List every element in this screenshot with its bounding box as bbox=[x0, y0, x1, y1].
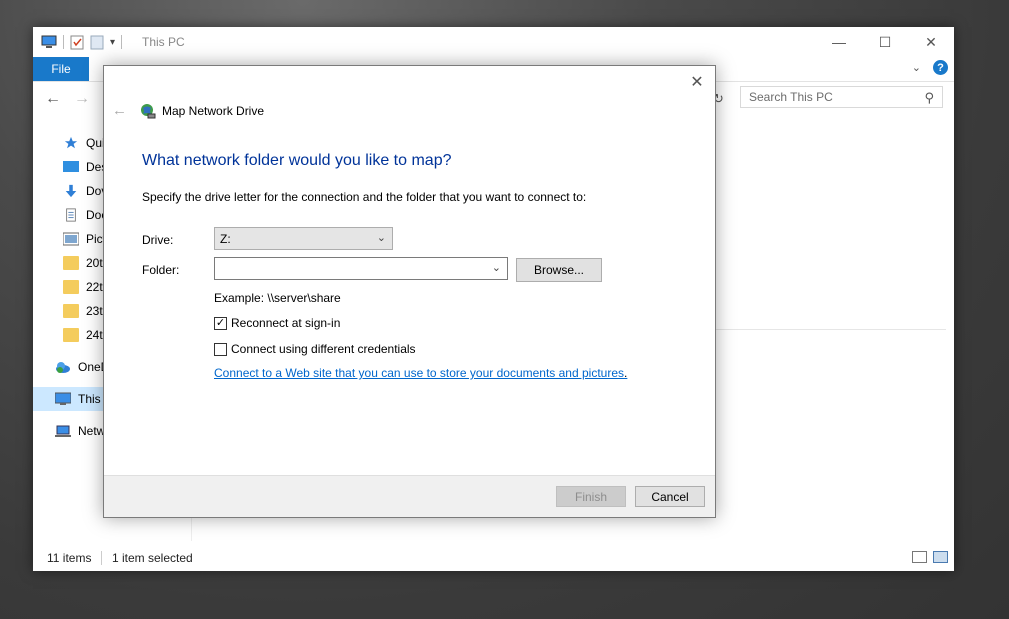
minimize-button[interactable]: — bbox=[816, 27, 862, 57]
status-bar: 11 items 1 item selected bbox=[33, 545, 954, 571]
folder-label: Folder: bbox=[142, 263, 180, 277]
cancel-button[interactable]: Cancel bbox=[635, 486, 705, 507]
drive-value: Z: bbox=[220, 231, 231, 246]
example-text: Example: \\server\share bbox=[214, 291, 341, 305]
window-title: This PC bbox=[142, 35, 185, 49]
finish-button[interactable]: Finish bbox=[556, 486, 626, 507]
folder-icon bbox=[63, 256, 79, 270]
maximize-button[interactable]: ☐ bbox=[862, 27, 908, 57]
web-site-link[interactable]: Connect to a Web site that you can use t… bbox=[214, 366, 627, 380]
instruction-text: Specify the drive letter for the connect… bbox=[142, 190, 587, 204]
dialog-footer: Finish Cancel bbox=[104, 475, 715, 517]
separator bbox=[63, 35, 64, 49]
web-site-link-text[interactable]: Connect to a Web site that you can use t… bbox=[214, 366, 624, 380]
chevron-down-icon[interactable]: ⌄ bbox=[492, 261, 501, 274]
help-icon[interactable]: ? bbox=[933, 60, 948, 75]
customize-qat-icon[interactable]: ▾ bbox=[110, 37, 115, 48]
reconnect-checkbox[interactable]: ✓ bbox=[214, 316, 227, 330]
forward-arrow-icon[interactable]: → bbox=[74, 90, 90, 108]
ribbon-controls: ⌄ ? bbox=[912, 60, 948, 75]
pictures-icon bbox=[63, 232, 79, 246]
title-bar: ▾ This PC — ☐ ✕ bbox=[33, 27, 954, 57]
separator bbox=[101, 551, 102, 565]
selection-count: 1 item selected bbox=[112, 551, 193, 565]
drive-label: Drive: bbox=[142, 233, 174, 247]
browse-button[interactable]: Browse... bbox=[516, 258, 602, 282]
view-switcher bbox=[912, 551, 948, 563]
large-icons-view-icon[interactable] bbox=[933, 551, 948, 563]
map-network-drive-dialog: ✕ ← Map Network Drive What network folde… bbox=[103, 65, 716, 518]
back-arrow-icon[interactable]: ← bbox=[45, 90, 61, 108]
download-arrow-icon bbox=[65, 184, 77, 198]
reconnect-option[interactable]: ✓ Reconnect at sign-in bbox=[214, 316, 340, 330]
chevron-down-icon: ⌄ bbox=[376, 232, 386, 244]
search-icon: ⚲ bbox=[924, 90, 934, 105]
drive-select[interactable]: Z: ⌄ bbox=[214, 227, 393, 250]
search-box[interactable]: Search This PC ⚲ bbox=[740, 86, 943, 108]
folder-icon bbox=[63, 280, 79, 294]
desktop-icon bbox=[63, 161, 79, 172]
folder-icon bbox=[63, 304, 79, 318]
folder-combobox[interactable]: ⌄ bbox=[214, 257, 508, 280]
network-icon bbox=[55, 425, 71, 437]
credentials-option[interactable]: Connect using different credentials bbox=[214, 342, 416, 356]
details-view-icon[interactable] bbox=[912, 551, 927, 563]
network-drive-icon bbox=[141, 104, 156, 119]
credentials-label: Connect using different credentials bbox=[231, 342, 416, 356]
sidebar-item-label: Netw bbox=[78, 424, 106, 438]
expand-ribbon-icon[interactable]: ⌄ bbox=[912, 61, 921, 74]
close-icon[interactable]: ✕ bbox=[687, 72, 707, 92]
reconnect-label: Reconnect at sign-in bbox=[231, 316, 341, 330]
folder-icon bbox=[63, 328, 79, 342]
this-pc-icon bbox=[41, 35, 57, 48]
new-folder-icon[interactable] bbox=[90, 34, 104, 50]
separator bbox=[121, 35, 123, 49]
tab-file[interactable]: File bbox=[33, 57, 89, 81]
search-placeholder: Search This PC bbox=[749, 90, 833, 104]
close-button[interactable]: ✕ bbox=[908, 27, 954, 57]
credentials-checkbox[interactable] bbox=[214, 342, 227, 356]
back-arrow-icon[interactable]: ← bbox=[112, 102, 127, 119]
link-period: . bbox=[624, 366, 628, 380]
properties-icon[interactable] bbox=[70, 34, 84, 50]
dialog-heading: What network folder would you like to ma… bbox=[142, 152, 452, 169]
dialog-title: Map Network Drive bbox=[162, 104, 265, 118]
item-count: 11 items bbox=[47, 551, 92, 565]
content-divider bbox=[713, 329, 946, 330]
quick-access-toolbar: ▾ bbox=[41, 34, 123, 50]
star-quick-access-icon bbox=[64, 136, 78, 149]
onedrive-cloud-icon bbox=[56, 362, 70, 373]
document-icon bbox=[66, 208, 76, 222]
sidebar-item-label: This bbox=[78, 392, 101, 406]
this-pc-icon bbox=[55, 392, 71, 405]
